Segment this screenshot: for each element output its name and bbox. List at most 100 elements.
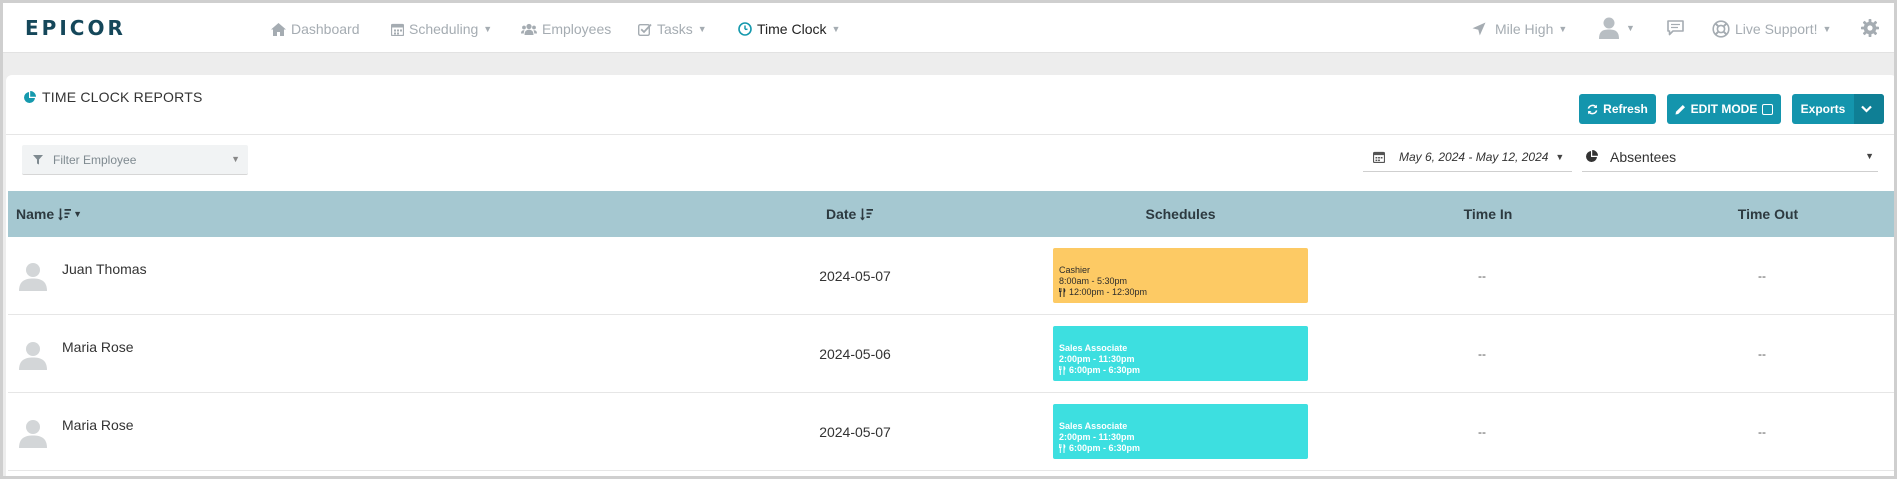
filter-employee-placeholder: Filter Employee — [53, 152, 137, 167]
sort-icon — [58, 208, 72, 220]
shift-time: 8:00am - 5:30pm — [1059, 276, 1128, 286]
edit-mode-button[interactable]: EDIT MODE — [1667, 94, 1781, 124]
chevron-down-icon: ▼ — [483, 24, 493, 34]
date-range-value: May 6, 2024 - May 12, 2024 — [1399, 149, 1549, 164]
chat-icon — [1667, 20, 1684, 36]
shift-meal-time: 12:00pm - 12:30pm — [1069, 287, 1148, 297]
nav-dashboard-label: Dashboard — [291, 21, 360, 37]
filter-employee-select[interactable]: Filter Employee ▼ — [22, 145, 248, 175]
chevron-down-icon: ▼ — [1626, 23, 1635, 33]
utensils-icon — [1059, 366, 1066, 375]
nav-tasks[interactable]: Tasks ▼ — [638, 19, 707, 39]
refresh-icon — [1587, 104, 1598, 114]
employee-name: Maria Rose — [62, 417, 134, 433]
panel-title: TIME CLOCK REPORTS — [23, 89, 202, 105]
date-range-picker[interactable]: May 6, 2024 - May 12, 2024 ▼ — [1363, 142, 1572, 172]
time-in-value: -- — [1478, 425, 1486, 439]
row-date: 2024-05-07 — [819, 424, 891, 440]
employee-name: Maria Rose — [62, 339, 134, 355]
location-label: Mile High — [1495, 21, 1554, 37]
user-avatar-icon — [1599, 17, 1619, 39]
column-header-name[interactable]: Name ▼ — [16, 191, 82, 237]
location-selector[interactable]: Mile High ▼ — [1472, 19, 1567, 39]
shift-role: Cashier — [1059, 265, 1091, 275]
sort-icon — [860, 208, 874, 220]
table-row[interactable]: Juan Thomas 2024-05-07 Cashier 8:00am - … — [8, 237, 1894, 315]
avatar-placeholder-icon — [19, 263, 47, 291]
gear-icon — [1861, 19, 1879, 37]
table-header: Name ▼ Date Schedules Time In Time Out — [8, 191, 1894, 237]
refresh-button[interactable]: Refresh — [1579, 94, 1656, 124]
row-date: 2024-05-07 — [819, 268, 891, 284]
live-support-menu[interactable]: Live Support! ▼ — [1712, 19, 1831, 39]
chevron-down-icon: ▼ — [1822, 24, 1832, 34]
report-type-select[interactable]: Absentees ▼ — [1582, 142, 1878, 172]
time-in-value: -- — [1478, 347, 1486, 361]
chevron-down-icon — [1861, 105, 1872, 113]
table-row[interactable]: Maria Rose 2024-05-06 Sales Associate 2:… — [8, 315, 1894, 393]
chevron-down-icon: ▼ — [697, 24, 707, 34]
time-out-value: -- — [1758, 269, 1766, 283]
schedule-shift-block[interactable]: Sales Associate 2:00pm - 11:30pm 6:00pm … — [1053, 404, 1308, 459]
nav-time-clock-label: Time Clock — [757, 21, 827, 37]
pie-chart-icon — [1586, 150, 1598, 162]
exports-dropdown-toggle[interactable] — [1854, 94, 1884, 124]
panel-divider — [6, 134, 1894, 135]
column-header-time-out: Time Out — [1737, 206, 1799, 222]
shift-time: 2:00pm - 11:30pm — [1059, 354, 1135, 364]
nav-time-clock[interactable]: Time Clock ▼ — [738, 19, 840, 39]
avatar-placeholder-icon — [19, 420, 47, 448]
panel-title-text: TIME CLOCK REPORTS — [42, 89, 203, 105]
schedule-shift-block[interactable]: Cashier 8:00am - 5:30pm 12:00pm - 12:30p… — [1053, 248, 1308, 303]
time-in-value: -- — [1478, 269, 1486, 283]
column-header-date[interactable]: Date — [826, 191, 874, 237]
table-row[interactable]: Maria Rose 2024-05-07 Sales Associate 2:… — [8, 393, 1894, 471]
chevron-down-icon: ▼ — [1555, 151, 1565, 162]
refresh-button-label: Refresh — [1603, 102, 1648, 116]
top-navigation-bar: EPICOR Dashboard Scheduling ▼ Employees … — [3, 3, 1894, 53]
nav-employees[interactable]: Employees — [521, 19, 611, 39]
chevron-down-icon: ▼ — [831, 24, 841, 34]
report-type-value: Absentees — [1610, 148, 1677, 165]
shift-meal: 12:00pm - 12:30pm — [1059, 287, 1308, 298]
nav-scheduling[interactable]: Scheduling ▼ — [391, 19, 492, 39]
shift-meal-time: 6:00pm - 6:30pm — [1069, 443, 1141, 453]
location-arrow-icon — [1472, 22, 1486, 36]
pencil-icon — [1675, 104, 1685, 114]
time-out-value: -- — [1758, 347, 1766, 361]
check-square-icon — [638, 23, 652, 36]
calendar-icon — [391, 23, 404, 36]
column-header-time-in: Time In — [1463, 206, 1513, 222]
live-support-label: Live Support! — [1735, 21, 1818, 37]
nav-employees-label: Employees — [542, 21, 612, 37]
settings-button[interactable] — [1861, 19, 1879, 37]
shift-role: Sales Associate — [1059, 421, 1128, 431]
time-clock-reports-panel: TIME CLOCK REPORTS Refresh EDIT MODE Exp… — [6, 75, 1894, 476]
nav-tasks-label: Tasks — [657, 21, 693, 37]
chevron-down-icon: ▼ — [73, 209, 83, 219]
exports-button-group[interactable]: Exports — [1792, 94, 1884, 124]
utensils-icon — [1059, 444, 1066, 453]
user-menu[interactable]: ▼ — [1599, 17, 1635, 39]
app-window: EPICOR Dashboard Scheduling ▼ Employees … — [0, 0, 1897, 479]
nav-dashboard[interactable]: Dashboard — [271, 19, 360, 39]
time-out-value: -- — [1758, 425, 1766, 439]
clock-icon — [738, 22, 752, 36]
chevron-down-icon: ▼ — [231, 154, 240, 164]
edit-mode-label: EDIT MODE — [1690, 102, 1758, 116]
column-header-date-label: Date — [826, 206, 857, 222]
messages-button[interactable] — [1667, 20, 1684, 36]
brand-logo[interactable]: EPICOR — [25, 16, 126, 40]
shift-meal: 6:00pm - 6:30pm — [1059, 365, 1308, 376]
column-header-name-label: Name — [16, 206, 55, 222]
lifebuoy-icon — [1712, 20, 1730, 38]
employee-name: Juan Thomas — [62, 261, 147, 277]
edit-mode-checkbox[interactable] — [1762, 103, 1774, 115]
schedule-shift-block[interactable]: Sales Associate 2:00pm - 11:30pm 6:00pm … — [1053, 326, 1308, 381]
home-icon — [271, 22, 286, 36]
exports-button[interactable]: Exports — [1792, 102, 1854, 116]
chevron-down-icon: ▼ — [1558, 24, 1568, 34]
shift-meal-time: 6:00pm - 6:30pm — [1069, 365, 1141, 375]
row-date: 2024-05-06 — [819, 346, 891, 362]
nav-scheduling-label: Scheduling — [409, 21, 479, 37]
